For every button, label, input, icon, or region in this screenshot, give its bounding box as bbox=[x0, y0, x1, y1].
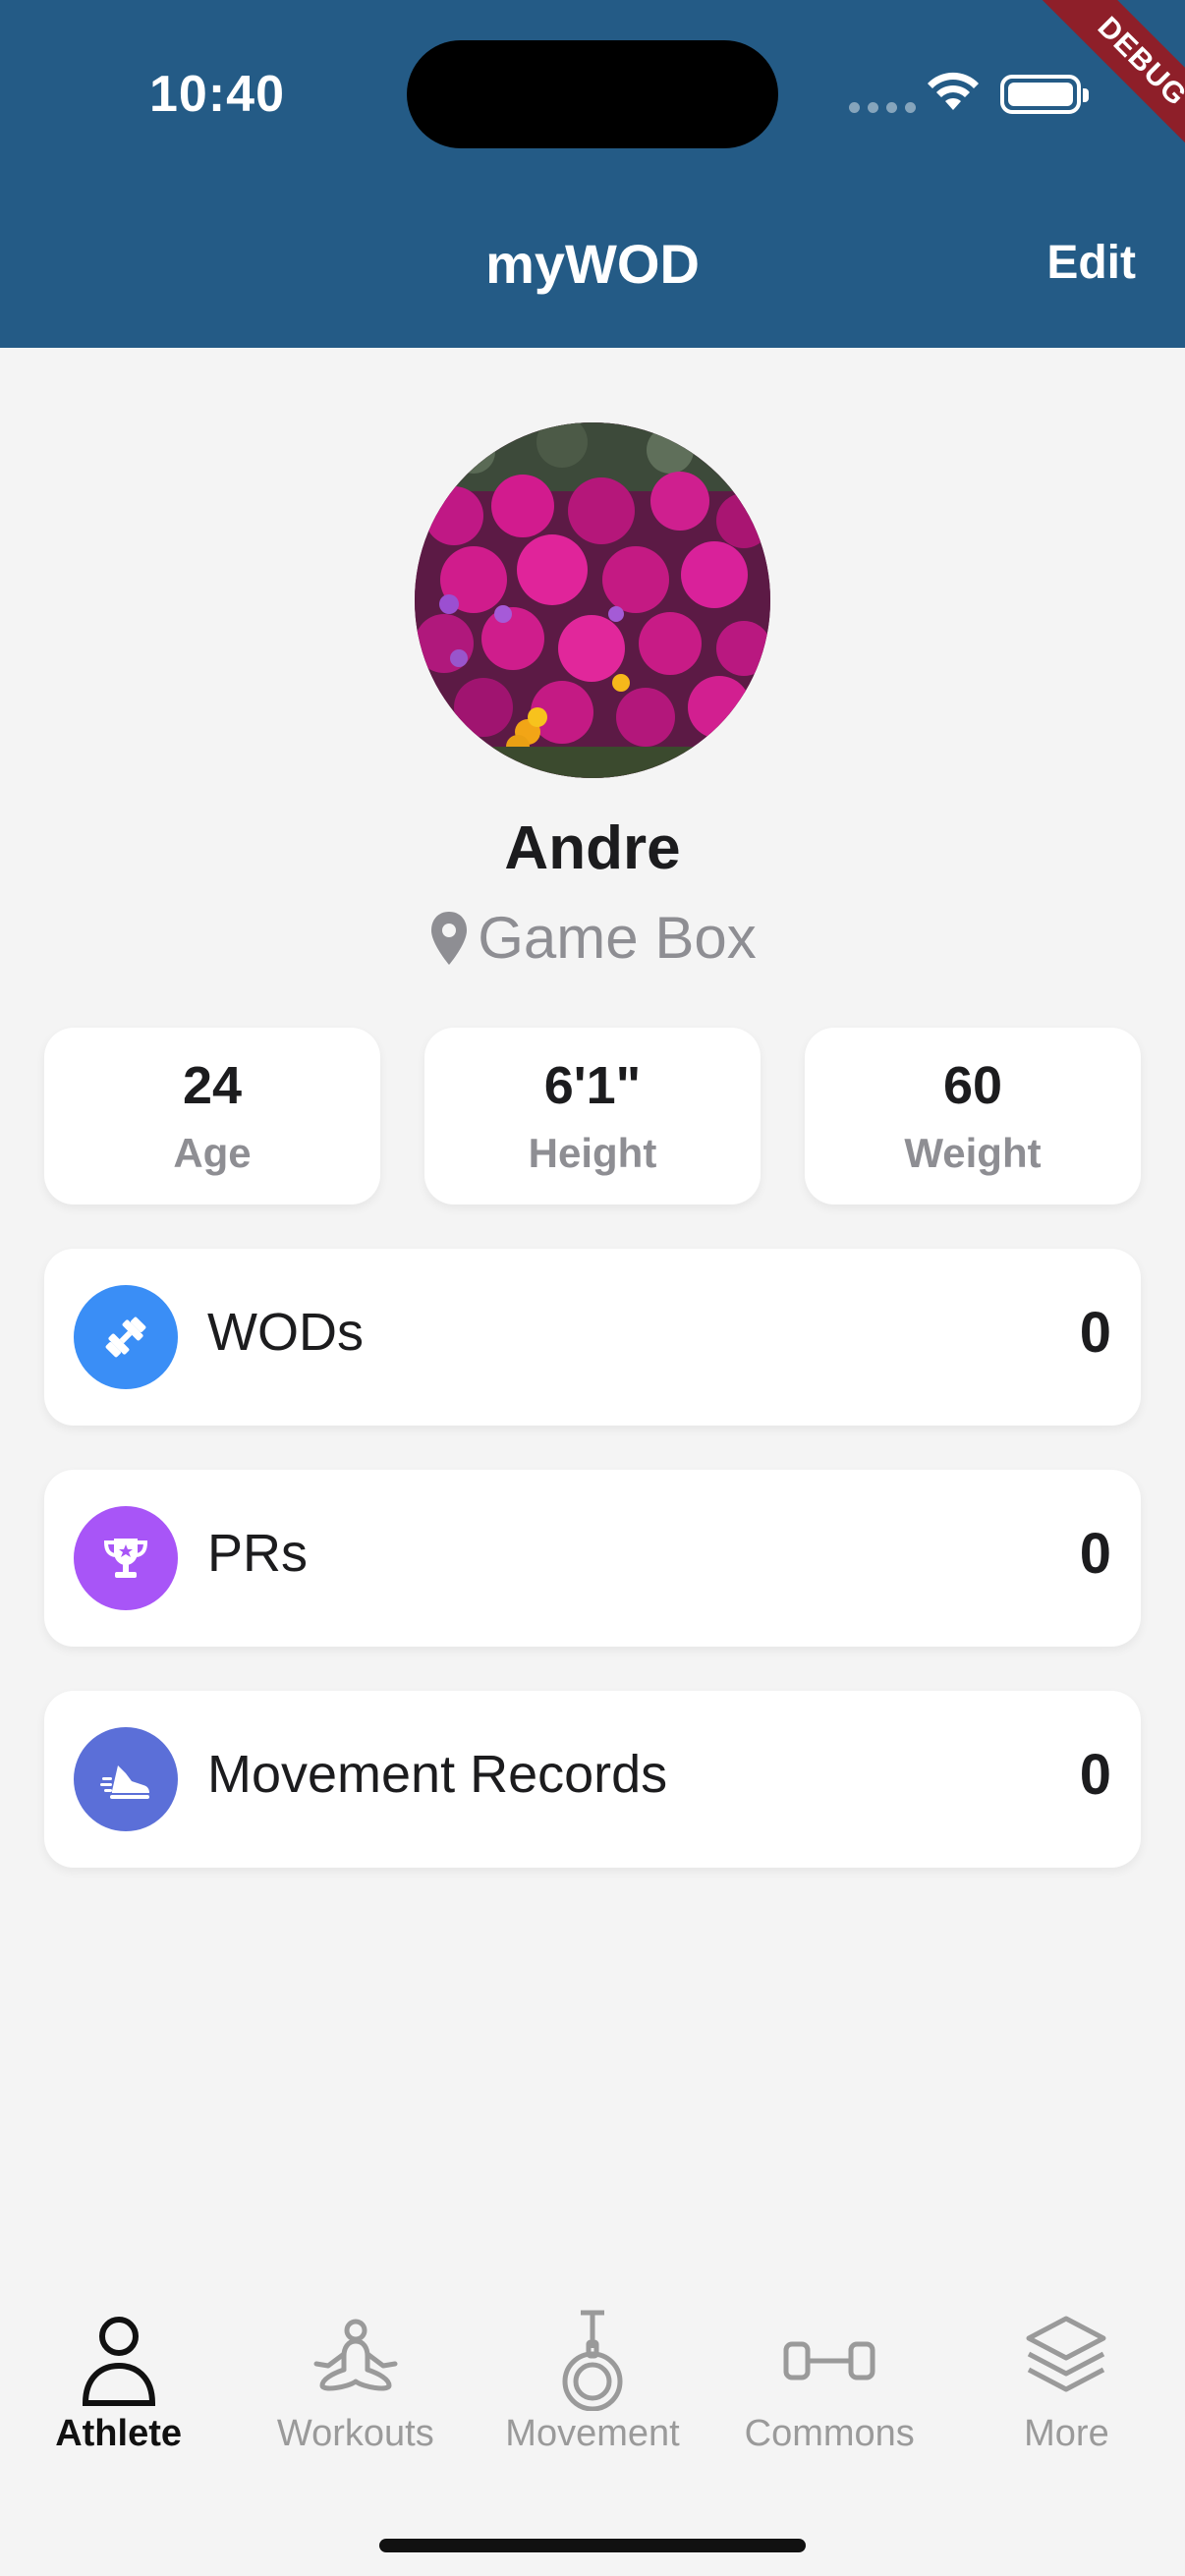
stat-label: Height bbox=[528, 1130, 657, 1176]
wifi-icon bbox=[928, 72, 979, 110]
bottom-tab-bar: Athlete Workouts Movement Commons More bbox=[0, 2289, 1185, 2505]
tab-athlete[interactable]: Athlete bbox=[0, 2289, 237, 2505]
stat-label: Age bbox=[173, 1130, 252, 1176]
stat-card-weight: 60 Weight bbox=[805, 1028, 1141, 1204]
tab-label: Athlete bbox=[55, 2413, 182, 2454]
wods-row[interactable]: WODs 0 bbox=[44, 1249, 1141, 1426]
movement-records-row[interactable]: Movement Records 0 bbox=[44, 1691, 1141, 1868]
stat-card-height: 6'1" Height bbox=[424, 1028, 761, 1204]
battery-icon bbox=[1000, 75, 1089, 114]
record-count: 0 bbox=[1079, 1522, 1111, 1586]
record-label: Movement Records bbox=[207, 1745, 668, 1804]
tab-commons[interactable]: Commons bbox=[711, 2289, 948, 2505]
record-count: 0 bbox=[1079, 1743, 1111, 1807]
status-time: 10:40 bbox=[149, 66, 285, 123]
athlete-name: Andre bbox=[504, 814, 681, 882]
tab-movement[interactable]: Movement bbox=[474, 2289, 710, 2505]
location-label: Game Box bbox=[478, 905, 757, 971]
athlete-location: Game Box bbox=[0, 904, 1185, 972]
stat-card-age: 24 Age bbox=[44, 1028, 380, 1204]
tab-more[interactable]: More bbox=[948, 2289, 1185, 2505]
tab-workouts[interactable]: Workouts bbox=[237, 2289, 474, 2505]
cellular-signal-icon bbox=[849, 102, 916, 113]
tab-label: Movement bbox=[505, 2413, 680, 2454]
person-icon bbox=[82, 2317, 155, 2406]
tab-label: More bbox=[1024, 2413, 1109, 2454]
stat-value: 24 bbox=[182, 1056, 243, 1115]
tab-label: Workouts bbox=[276, 2413, 434, 2454]
record-count: 0 bbox=[1079, 1301, 1111, 1365]
gymnastic-ring-icon bbox=[562, 2310, 623, 2411]
dumbbell-outline-icon bbox=[783, 2341, 875, 2380]
meditation-figure-icon bbox=[313, 2319, 398, 2391]
prs-row[interactable]: PRs 0 bbox=[44, 1470, 1141, 1647]
app-header: 10:40 DEBUG myWOD Edit bbox=[0, 0, 1185, 348]
location-pin-icon bbox=[431, 911, 468, 965]
page-title: myWOD bbox=[485, 233, 700, 295]
flower-photo bbox=[415, 422, 770, 778]
dynamic-island bbox=[407, 40, 778, 148]
trophy-icon bbox=[74, 1506, 178, 1610]
stat-label: Weight bbox=[904, 1130, 1042, 1176]
home-indicator[interactable] bbox=[379, 2539, 806, 2552]
stat-value: 60 bbox=[942, 1056, 1003, 1115]
tab-label: Commons bbox=[744, 2413, 915, 2454]
record-label: PRs bbox=[207, 1524, 309, 1583]
avatar[interactable] bbox=[415, 422, 770, 778]
stat-value: 6'1" bbox=[543, 1056, 642, 1115]
layers-icon bbox=[1026, 2316, 1106, 2392]
running-shoe-icon bbox=[74, 1727, 178, 1831]
record-label: WODs bbox=[207, 1303, 364, 1362]
dumbbell-icon bbox=[74, 1285, 178, 1389]
edit-button[interactable]: Edit bbox=[1046, 236, 1136, 290]
